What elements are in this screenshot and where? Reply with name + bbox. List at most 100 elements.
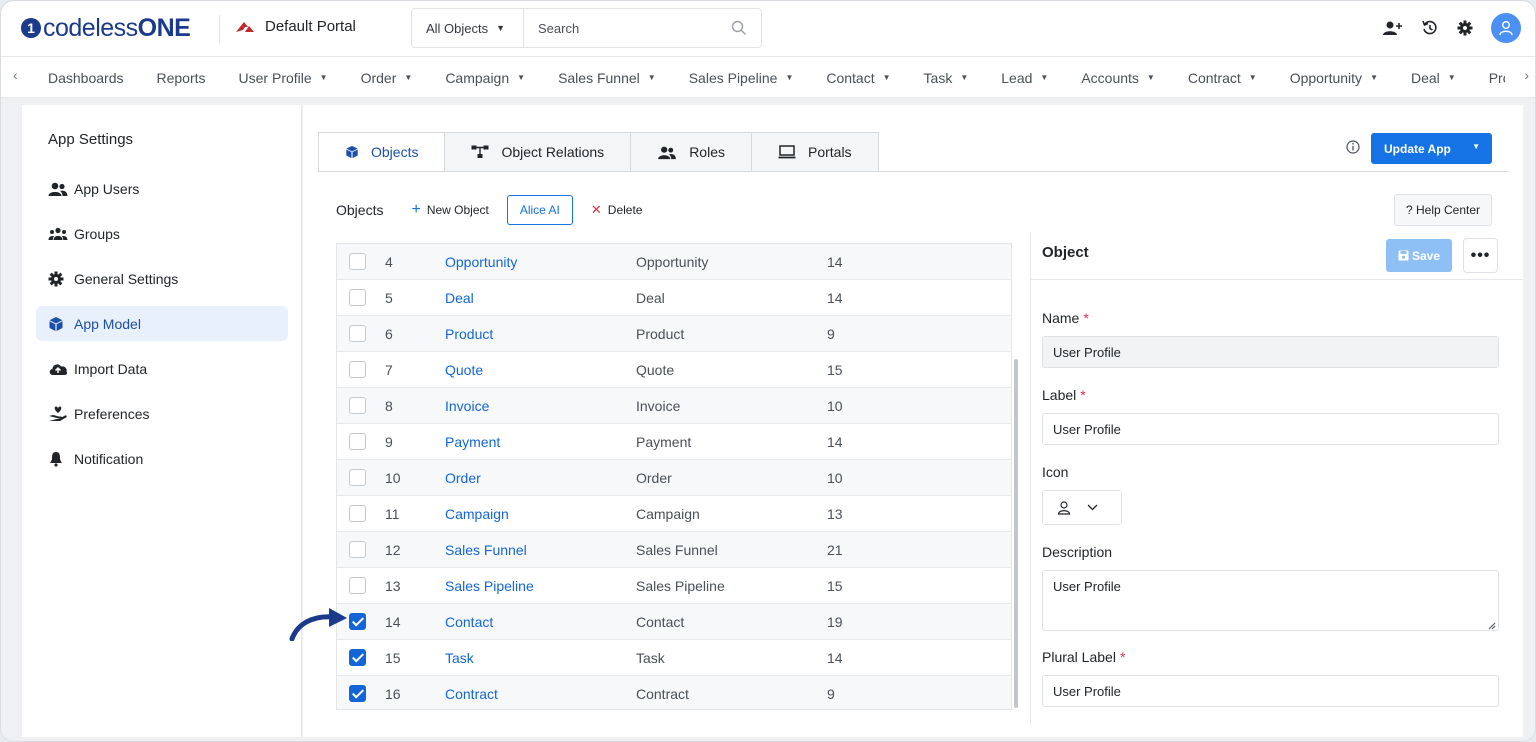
row-checkbox[interactable] bbox=[349, 397, 366, 414]
sidebar-item-general-settings[interactable]: General Settings bbox=[36, 261, 288, 296]
cell-name[interactable]: Task bbox=[445, 650, 474, 666]
cell-name[interactable]: Product bbox=[445, 326, 493, 342]
icon-picker[interactable] bbox=[1042, 490, 1122, 525]
panel-title: Object bbox=[1042, 244, 1089, 261]
cell-name[interactable]: Contact bbox=[445, 614, 493, 630]
row-checkbox[interactable] bbox=[349, 505, 366, 522]
nav-item-user-profile[interactable]: User Profile ▼ bbox=[239, 70, 328, 86]
cell-name[interactable]: Opportunity bbox=[445, 254, 517, 270]
settings-sidebar: App Settings App Users Groups General Sett… bbox=[22, 105, 302, 737]
cell-name[interactable]: Sales Pipeline bbox=[445, 578, 534, 594]
nav-item-lead[interactable]: Lead ▼ bbox=[1001, 70, 1048, 86]
nav-item-sales-funnel[interactable]: Sales Funnel ▼ bbox=[558, 70, 656, 86]
nav-item-sales-pipeline[interactable]: Sales Pipeline ▼ bbox=[689, 70, 794, 86]
table-row[interactable]: 4 Opportunity Opportunity 14 bbox=[337, 244, 1011, 280]
sidebar-item-import-data[interactable]: Import Data bbox=[36, 351, 288, 386]
label-field[interactable] bbox=[1042, 413, 1499, 445]
table-row[interactable]: 6 Product Product 9 bbox=[337, 316, 1011, 352]
sidebar-item-notification[interactable]: Notification bbox=[36, 441, 288, 476]
nav-item-order[interactable]: Order ▼ bbox=[361, 70, 413, 86]
tab-objects[interactable]: Objects bbox=[318, 132, 446, 172]
row-checkbox[interactable] bbox=[349, 685, 366, 702]
update-app-button[interactable]: Update App ▼ bbox=[1371, 133, 1492, 164]
more-options-button[interactable]: ••• bbox=[1463, 238, 1498, 273]
add-user-icon[interactable] bbox=[1383, 20, 1403, 36]
nav-item-task[interactable]: Task ▼ bbox=[924, 70, 969, 86]
cell-name[interactable]: Contract bbox=[445, 686, 498, 702]
row-checkbox[interactable] bbox=[349, 469, 366, 486]
table-row[interactable]: 10 Order Order 10 bbox=[337, 460, 1011, 496]
row-checkbox[interactable] bbox=[349, 289, 366, 306]
row-checkbox[interactable] bbox=[349, 433, 366, 450]
settings-gear-icon[interactable] bbox=[1457, 20, 1473, 36]
nav-item-label: Campaign bbox=[445, 69, 510, 86]
row-checkbox[interactable] bbox=[349, 325, 366, 342]
cell-name[interactable]: Sales Funnel bbox=[445, 542, 527, 558]
search-input[interactable] bbox=[524, 9, 761, 47]
caret-down-icon: ▼ bbox=[647, 73, 656, 82]
nav-item-contact[interactable]: Contact ▼ bbox=[826, 70, 890, 86]
nav-item-accounts[interactable]: Accounts ▼ bbox=[1081, 70, 1155, 86]
tab-portals[interactable]: Portals bbox=[751, 132, 879, 172]
save-button[interactable]: Save bbox=[1386, 239, 1452, 272]
row-checkbox[interactable] bbox=[349, 361, 366, 378]
plural-label-field[interactable] bbox=[1042, 675, 1499, 707]
sidebar-item-label: Groups bbox=[74, 225, 120, 242]
nav-scroll-left-icon[interactable]: ‹ bbox=[13, 67, 18, 83]
history-icon[interactable] bbox=[1421, 19, 1439, 37]
sidebar-item-groups[interactable]: Groups bbox=[36, 216, 288, 251]
nav-item-campaign[interactable]: Campaign ▼ bbox=[445, 70, 525, 86]
delete-button[interactable]: ✕ Delete bbox=[591, 202, 643, 218]
table-scrollbar[interactable] bbox=[1014, 359, 1018, 708]
nav-item-dashboards[interactable]: Dashboards bbox=[48, 70, 124, 86]
row-checkbox[interactable] bbox=[349, 649, 366, 666]
nav-item-pro[interactable]: Pro bbox=[1489, 70, 1505, 86]
nav-item-reports[interactable]: Reports bbox=[157, 70, 206, 86]
row-checkbox[interactable] bbox=[349, 541, 366, 558]
table-row[interactable]: 14 Contact Contact 19 bbox=[337, 604, 1011, 640]
portal-selector[interactable]: Default Portal bbox=[235, 18, 356, 35]
resize-grip-icon[interactable] bbox=[1488, 622, 1496, 630]
table-row[interactable]: 5 Deal Deal 14 bbox=[337, 280, 1011, 316]
nav-scroll-right-icon[interactable]: › bbox=[1524, 67, 1529, 83]
tab-object-relations[interactable]: Object Relations bbox=[445, 132, 632, 172]
table-row[interactable]: 16 Contract Contract 9 bbox=[337, 676, 1011, 709]
update-app-caret-icon[interactable]: ▼ bbox=[1472, 142, 1480, 151]
nav-item-opportunity[interactable]: Opportunity ▼ bbox=[1290, 70, 1378, 86]
cell-name[interactable]: Deal bbox=[445, 290, 474, 306]
sidebar-item-app-users[interactable]: App Users bbox=[36, 171, 288, 206]
app-logo[interactable]: 1 codelessONE bbox=[21, 13, 191, 43]
cell-name[interactable]: Payment bbox=[445, 434, 500, 450]
table-row[interactable]: 12 Sales Funnel Sales Funnel 21 bbox=[337, 532, 1011, 568]
sidebar-item-app-model[interactable]: App Model bbox=[36, 306, 288, 341]
table-row[interactable]: 13 Sales Pipeline Sales Pipeline 15 bbox=[337, 568, 1011, 604]
cell-num: 12 bbox=[385, 541, 401, 558]
table-row[interactable]: 15 Task Task 14 bbox=[337, 640, 1011, 676]
nav-item-contract[interactable]: Contract ▼ bbox=[1188, 70, 1257, 86]
cell-name[interactable]: Campaign bbox=[445, 506, 509, 522]
info-icon[interactable] bbox=[1346, 140, 1360, 154]
nav-item-label: Contact bbox=[826, 69, 875, 86]
portal-name: Default Portal bbox=[265, 18, 356, 35]
cell-name[interactable]: Quote bbox=[445, 362, 483, 378]
table-row[interactable]: 9 Payment Payment 14 bbox=[337, 424, 1011, 460]
table-row[interactable]: 8 Invoice Invoice 10 bbox=[337, 388, 1011, 424]
cell-name[interactable]: Invoice bbox=[445, 398, 489, 414]
sidebar-item-label: General Settings bbox=[74, 270, 179, 287]
description-field[interactable]: User Profile bbox=[1042, 570, 1499, 631]
new-object-button[interactable]: + New Object bbox=[411, 201, 488, 219]
user-avatar[interactable] bbox=[1491, 13, 1521, 43]
row-checkbox[interactable] bbox=[349, 253, 366, 270]
nav-item-deal[interactable]: Deal ▼ bbox=[1411, 70, 1456, 86]
alice-ai-button[interactable]: Alice AI bbox=[506, 195, 573, 225]
name-field[interactable] bbox=[1042, 336, 1499, 368]
help-center-button[interactable]: ? Help Center bbox=[1394, 194, 1492, 226]
sidebar-item-preferences[interactable]: Preferences bbox=[36, 396, 288, 431]
table-row[interactable]: 11 Campaign Campaign 13 bbox=[337, 496, 1011, 532]
search-scope-select[interactable]: All Objects ▼ bbox=[412, 9, 524, 47]
row-checkbox[interactable] bbox=[349, 577, 366, 594]
search-icon[interactable] bbox=[731, 20, 747, 36]
table-row[interactable]: 7 Quote Quote 15 bbox=[337, 352, 1011, 388]
tab-roles[interactable]: Roles bbox=[631, 132, 752, 172]
cell-name[interactable]: Order bbox=[445, 470, 481, 486]
